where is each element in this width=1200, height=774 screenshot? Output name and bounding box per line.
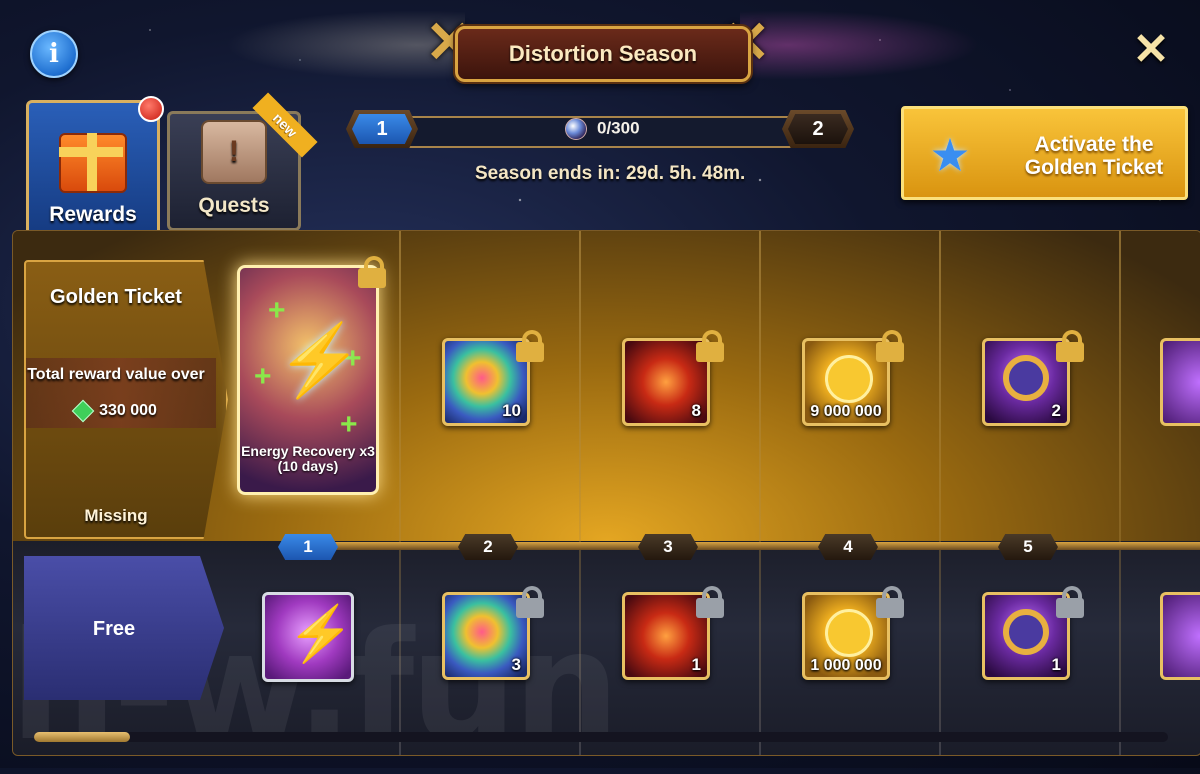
level-marker-3: 3: [638, 534, 698, 560]
notification-dot: [138, 96, 164, 122]
reward-quantity: 1: [691, 655, 701, 674]
reward-quantity: 1 000 000: [810, 657, 882, 674]
progress-points: 0/300: [597, 118, 640, 138]
plus-sparkle-icon: +: [254, 360, 272, 393]
info-icon: i: [49, 39, 59, 69]
column-divider: [1119, 231, 1121, 755]
reward-quantity: 8: [691, 401, 701, 420]
golden-ticket-title: Golden Ticket: [50, 286, 182, 308]
tab-rewards-label: Rewards: [49, 203, 137, 226]
featured-reward-label: Energy Recovery x3 (10 days): [241, 443, 375, 474]
lock-icon: [516, 586, 544, 618]
reward-quantity: 3: [511, 655, 521, 674]
golden-ticket-value-label: Total reward value over: [27, 366, 205, 383]
golden-ticket-star-icon: ★: [929, 129, 971, 181]
energy-bolt-icon: ⚡: [287, 604, 354, 664]
level-marker-1: 1: [278, 534, 338, 560]
tab-rewards[interactable]: Rewards: [26, 100, 160, 240]
column-divider: [759, 231, 761, 755]
activate-golden-ticket-label: Activate the Golden Ticket: [1024, 133, 1164, 179]
close-icon: ✕: [1132, 24, 1170, 74]
lock-icon: [358, 256, 386, 288]
golden-ticket-value: 330 000: [26, 399, 206, 423]
lock-icon: [1056, 586, 1084, 618]
emerald-icon: [71, 399, 95, 423]
free-row-label: Free: [24, 556, 224, 700]
lock-icon: [876, 330, 904, 362]
gift-icon: [59, 133, 127, 193]
level-marker-4: 4: [818, 534, 878, 560]
progress-text: 0/300: [565, 118, 640, 140]
energy-bolt-icon: ⚡: [276, 321, 364, 399]
lock-icon: [696, 586, 724, 618]
free-row-title: Free: [92, 618, 136, 640]
info-button[interactable]: i: [30, 30, 78, 78]
level-track: [300, 542, 1200, 550]
golden-ticket-status: Missing: [84, 506, 148, 525]
reward-partially-visible: [1160, 592, 1200, 680]
lock-icon: [1056, 330, 1084, 362]
current-level-badge: 1: [346, 110, 418, 148]
reward-quantity: 2: [1051, 401, 1061, 420]
plus-sparkle-icon: +: [340, 408, 358, 441]
lock-icon: [876, 586, 904, 618]
lock-icon: [516, 330, 544, 362]
reward-quantity: 10: [502, 401, 521, 420]
season-timer: Season ends in: 29d. 5h. 48m.: [475, 163, 746, 184]
tab-quests-label: Quests: [198, 194, 270, 217]
reward-quantity: 1: [1051, 655, 1061, 674]
reward-quantity: 9 000 000: [810, 403, 882, 420]
scroll-icon: !: [201, 120, 267, 184]
next-level-value: 2: [788, 114, 848, 144]
golden-ticket-value-amount: 330 000: [99, 402, 157, 419]
activate-golden-ticket-button[interactable]: ★ Activate the Golden Ticket: [901, 106, 1188, 200]
current-level-value: 1: [352, 114, 412, 144]
close-button[interactable]: ✕: [1130, 25, 1172, 74]
page-title: Distortion Season: [455, 26, 751, 82]
reward-partially-visible: [1160, 338, 1200, 426]
level-marker-5: 5: [998, 534, 1058, 560]
horizontal-scrollbar-thumb[interactable]: [34, 732, 130, 742]
golden-ticket-row-label: Golden Ticket Total reward value over 33…: [24, 260, 228, 539]
season-point-icon: [565, 118, 587, 140]
lock-icon: [696, 330, 724, 362]
next-level-badge: 2: [782, 110, 854, 148]
horizontal-scrollbar-track[interactable]: [34, 732, 1168, 742]
level-marker-2: 2: [458, 534, 518, 560]
reward-energy[interactable]: ⚡: [262, 592, 354, 682]
column-divider: [939, 231, 941, 755]
featured-reward-card[interactable]: + + + + ⚡ Energy Recovery x3 (10 days): [237, 265, 379, 495]
